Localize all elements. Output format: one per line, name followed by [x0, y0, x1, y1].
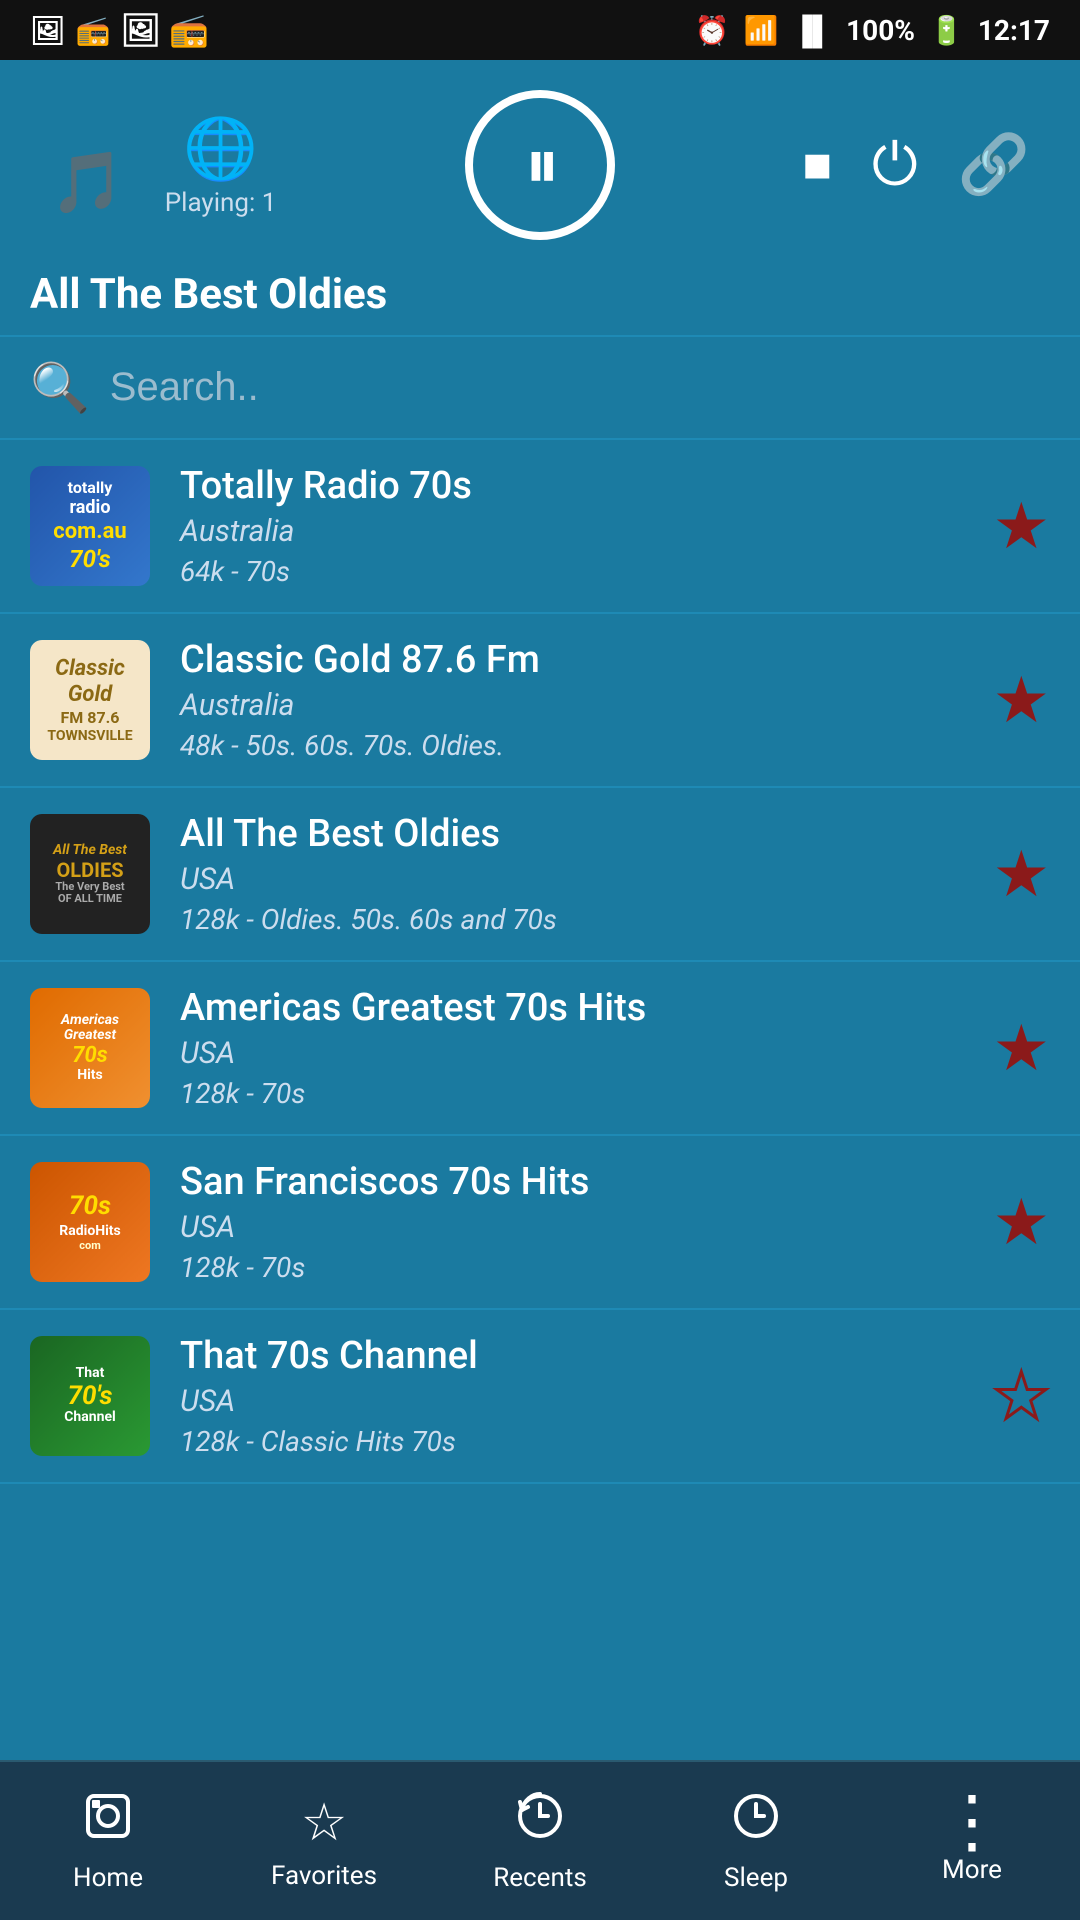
station-meta-3: 128k - Oldies. 50s. 60s and 70s — [180, 903, 973, 936]
station-name-4: Americas Greatest 70s Hits — [180, 986, 973, 1030]
station-info-2: Classic Gold 87.6 Fm Australia 48k - 50s… — [180, 638, 973, 762]
more-icon: ⋮ — [937, 1798, 1007, 1847]
bottom-navigation: Home ☆ Favorites Recents Sleep ⋮ More — [0, 1760, 1080, 1920]
power-button[interactable]: ⏻ — [872, 131, 918, 199]
nav-label-sleep: Sleep — [724, 1863, 788, 1893]
top-right-icons: ⏹ ⏻ 🔗 — [803, 131, 1030, 199]
station-logo-1: totally radio com.au 70's — [30, 466, 150, 586]
station-name-6: That 70s Channel — [180, 1334, 973, 1378]
station-info-5: San Franciscos 70s Hits USA 128k - 70s — [180, 1160, 973, 1284]
list-item[interactable]: All The Best OLDIES The Very Best OF ALL… — [0, 788, 1080, 962]
station-meta-4: 128k - 70s — [180, 1077, 973, 1110]
station-country-5: USA — [180, 1210, 973, 1245]
nav-label-home: Home — [73, 1863, 143, 1893]
nav-item-more[interactable]: ⋮ More — [864, 1798, 1080, 1885]
favorites-icon: ☆ — [301, 1792, 348, 1853]
station-info-6: That 70s Channel USA 128k - Classic Hits… — [180, 1334, 973, 1458]
globe-icon[interactable]: 🌐 — [183, 113, 258, 184]
playing-label: Playing: 1 — [165, 188, 277, 218]
search-bar[interactable]: 🔍 — [0, 337, 1080, 440]
station-logo-6: That 70's Channel — [30, 1336, 150, 1456]
now-playing-title: All The Best Oldies — [30, 270, 387, 319]
top-left-icons: 🎵 🌐 Playing: 1 — [50, 113, 276, 218]
list-item[interactable]: Americas Greatest 70s Hits Americas Grea… — [0, 962, 1080, 1136]
station-country-2: Australia — [180, 688, 973, 723]
station-name-5: San Franciscos 70s Hits — [180, 1160, 973, 1204]
nav-item-sleep[interactable]: Sleep — [648, 1790, 864, 1893]
station-logo-2: Classic Gold FM 87.6 TOWNSVILLE — [30, 640, 150, 760]
now-playing-section: All The Best Oldies — [0, 250, 1080, 337]
search-input[interactable] — [110, 365, 1050, 410]
station-logo-5: 70s RadioHits com — [30, 1162, 150, 1282]
status-left-icons: 🖼 📻 🖼 📻 — [30, 11, 209, 49]
stop-button[interactable]: ⏹ — [803, 131, 832, 199]
pause-button[interactable]: ⏸ — [465, 90, 615, 240]
station-info-4: Americas Greatest 70s Hits USA 128k - 70… — [180, 986, 973, 1110]
station-info-3: All The Best Oldies USA 128k - Oldies. 5… — [180, 812, 973, 936]
station-info-1: Totally Radio 70s Australia 64k - 70s — [180, 464, 973, 588]
list-item[interactable]: That 70's Channel That 70s Channel USA 1… — [0, 1310, 1080, 1484]
station-list: totally radio com.au 70's Totally Radio … — [0, 440, 1080, 1750]
nav-label-recents: Recents — [493, 1863, 587, 1893]
wifi-icon: 📶 — [744, 14, 779, 47]
station-country-6: USA — [180, 1384, 973, 1419]
sleep-icon — [730, 1790, 782, 1855]
list-item[interactable]: Classic Gold FM 87.6 TOWNSVILLE Classic … — [0, 614, 1080, 788]
music-icon[interactable]: 🎵 — [50, 147, 125, 218]
photo-icon: 🖼 — [30, 14, 66, 47]
station-country-4: USA — [180, 1036, 973, 1071]
status-bar: 🖼 📻 🖼 📻 ⏰ 📶 ▐▌ 100% 🔋 12:17 — [0, 0, 1080, 60]
globe-container: 🌐 Playing: 1 — [165, 113, 277, 218]
station-logo-4: Americas Greatest 70s Hits — [30, 988, 150, 1108]
station-meta-6: 128k - Classic Hits 70s — [180, 1425, 973, 1458]
home-icon — [82, 1790, 134, 1855]
station-logo-3: All The Best OLDIES The Very Best OF ALL… — [30, 814, 150, 934]
search-icon: 🔍 — [30, 359, 90, 416]
recents-icon — [514, 1790, 566, 1855]
nav-label-more: More — [942, 1855, 1002, 1885]
station-meta-2: 48k - 50s. 60s. 70s. Oldies. — [180, 729, 973, 762]
signal-icon: ▐▌ — [792, 14, 832, 47]
alarm-icon: ⏰ — [695, 14, 730, 47]
station-meta-1: 64k - 70s — [180, 555, 973, 588]
nav-item-favorites[interactable]: ☆ Favorites — [216, 1792, 432, 1891]
favorite-star-4[interactable]: ★ — [993, 1011, 1050, 1086]
battery-icon: 🔋 — [929, 14, 964, 47]
clock: 12:17 — [978, 14, 1050, 47]
station-name-3: All The Best Oldies — [180, 812, 973, 856]
favorite-star-2[interactable]: ★ — [993, 663, 1050, 738]
station-country-1: Australia — [180, 514, 973, 549]
list-item[interactable]: 70s RadioHits com San Franciscos 70s Hit… — [0, 1136, 1080, 1310]
favorite-star-5[interactable]: ★ — [993, 1185, 1050, 1260]
share-button[interactable]: 🔗 — [958, 131, 1030, 199]
nav-label-favorites: Favorites — [271, 1861, 377, 1891]
top-controls: 🎵 🌐 Playing: 1 ⏸ ⏹ ⏻ 🔗 — [0, 60, 1080, 250]
station-name-2: Classic Gold 87.6 Fm — [180, 638, 973, 682]
station-name-1: Totally Radio 70s — [180, 464, 973, 508]
pause-icon: ⏸ — [525, 124, 555, 206]
nav-item-home[interactable]: Home — [0, 1790, 216, 1893]
favorite-star-1[interactable]: ★ — [993, 489, 1050, 564]
favorite-star-3[interactable]: ★ — [993, 837, 1050, 912]
battery-level: 100% — [846, 14, 915, 47]
station-country-3: USA — [180, 862, 973, 897]
favorite-star-6[interactable]: ★ — [993, 1359, 1050, 1434]
station-meta-5: 128k - 70s — [180, 1251, 973, 1284]
radio-icon: 📻 — [76, 14, 111, 47]
nav-item-recents[interactable]: Recents — [432, 1790, 648, 1893]
list-item[interactable]: totally radio com.au 70's Totally Radio … — [0, 440, 1080, 614]
status-number: 🖼 📻 — [120, 11, 208, 49]
status-right-icons: ⏰ 📶 ▐▌ 100% 🔋 12:17 — [695, 14, 1050, 47]
